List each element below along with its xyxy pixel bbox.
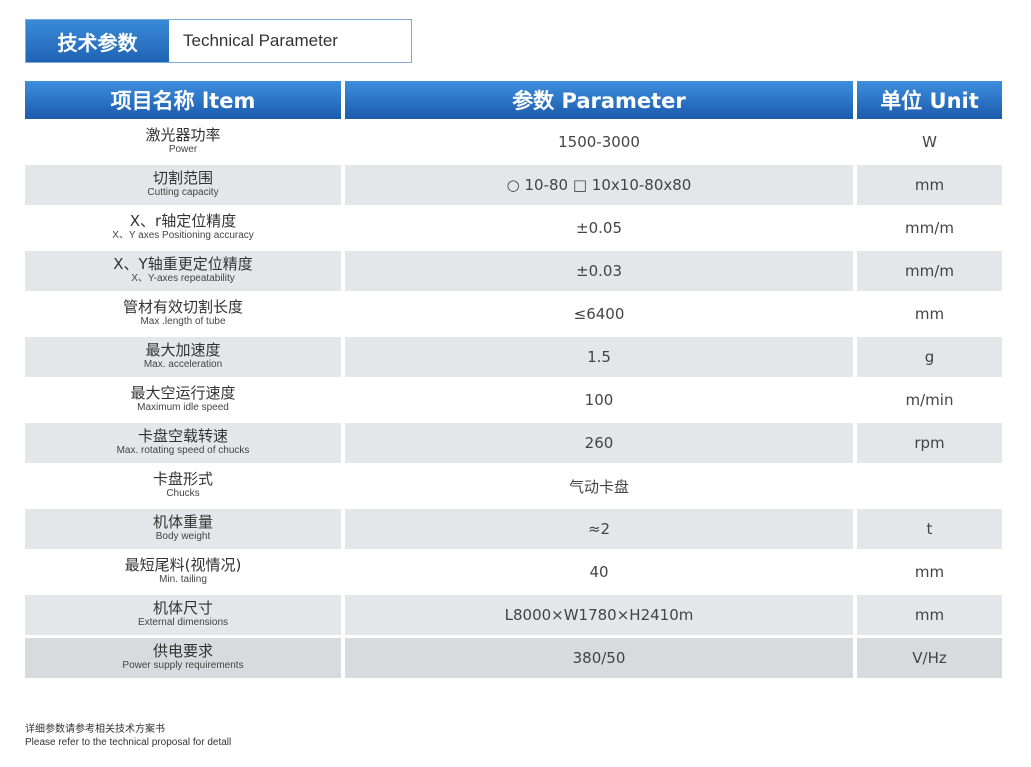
- footnote-en: Please refer to the technical proposal f…: [25, 736, 232, 748]
- item-name-cell: 机体重量 Body weight: [25, 509, 341, 549]
- table-row: 最短尾料(视情况) Min. tailing 40 mm: [25, 552, 1002, 592]
- header-unit: 单位 Unit: [857, 81, 1002, 119]
- table-row: 管材有效切割长度 Max .length of tube ≤6400 mm: [25, 294, 1002, 334]
- parameter-value: ≈2: [345, 509, 853, 549]
- table-row: 切割范围 Cutting capacity ○ 10-80 □ 10x10-80x8…: [25, 165, 1002, 205]
- item-name-cn: X、r轴定位精度: [129, 212, 237, 231]
- item-name-cell: X、r轴定位精度 X、Y axes Positioning accuracy: [25, 208, 341, 248]
- item-name-cn: 切割范围: [152, 169, 213, 188]
- parameter-value: 260: [345, 423, 853, 463]
- parameter-value: 气动卡盘: [568, 477, 629, 496]
- parameter-value: ±0.03: [345, 251, 853, 291]
- item-name-cn: 最短尾料(视情况): [124, 556, 242, 575]
- parameter-value: 40: [589, 563, 609, 581]
- item-name-en: Power: [168, 144, 198, 156]
- item-name-cell: 卡盘形式 Chucks: [25, 466, 341, 506]
- item-name-en: X、Y-axes repeatability: [131, 273, 235, 285]
- unit-value: W: [922, 133, 937, 151]
- spec-table: 项目名称 ltem 参数 Parameter 单位 Unit 激光器功率 Powe…: [25, 81, 1002, 681]
- item-name-cn: 供电要求: [152, 642, 213, 661]
- footnote: 详细参数请参考相关技术方案书 Please refer to the techn…: [25, 724, 231, 749]
- item-name-cn: X、Y轴重更定位精度: [113, 255, 253, 274]
- table-row: 供电要求 Power supply requirements 380/50 V/Hz: [25, 638, 1002, 678]
- item-name-en: Max. acceleration: [143, 359, 223, 371]
- item-name-cn: 激光器功率: [145, 126, 221, 145]
- item-name-en: Power supply requirements: [122, 660, 244, 672]
- section-title-en: Technical Parameter: [183, 31, 338, 50]
- footnote-cn: 详细参数请参考相关技术方案书: [25, 724, 165, 735]
- item-name-cell: 机体尺寸 External dimensions: [25, 595, 341, 635]
- item-name-en: External dimensions: [137, 617, 229, 629]
- table-row: 机体尺寸 External dimensions L8000×W1780×H2410…: [25, 595, 1002, 635]
- item-name-cn: 管材有效切割长度: [122, 298, 243, 317]
- item-name-cn: 卡盘形式: [152, 470, 213, 489]
- item-name-en: Cutting capacity: [147, 187, 219, 199]
- unit-value: g: [857, 337, 1002, 377]
- item-name-cn: 最大加速度: [145, 341, 221, 360]
- parameter-value: 100: [584, 391, 614, 409]
- item-name-cell: 切割范围 Cutting capacity: [25, 165, 341, 205]
- table-row: X、r轴定位精度 X、Y axes Positioning accuracy ±0.…: [25, 208, 1002, 248]
- item-name-cell: 管材有效切割长度 Max .length of tube: [25, 294, 341, 334]
- table-row: 卡盘形式 Chucks 气动卡盘: [25, 466, 1002, 506]
- unit-value: mm: [857, 595, 1002, 635]
- unit-value: [857, 466, 1002, 506]
- item-name-cn: 最大空运行速度: [130, 384, 236, 403]
- item-name-en: Body weight: [155, 531, 211, 543]
- parameter-value: 380/50: [345, 638, 853, 678]
- item-name-en: Maximum idle speed: [137, 402, 229, 414]
- unit-value: mm/m: [857, 251, 1002, 291]
- parameter-value: L8000×W1780×H2410m: [345, 595, 853, 635]
- item-name-cell: 供电要求 Power supply requirements: [25, 638, 341, 678]
- item-name-en: X、Y axes Positioning accuracy: [112, 230, 254, 242]
- item-name-cell: 最大加速度 Max. acceleration: [25, 337, 341, 377]
- unit-value: m/min: [905, 391, 954, 409]
- header-item: 项目名称 ltem: [25, 81, 341, 119]
- parameter-value: 1.5: [345, 337, 853, 377]
- parameter-value: ≤6400: [573, 305, 625, 323]
- item-name-cn: 机体尺寸: [152, 599, 213, 618]
- item-name-en: Max. rotating speed of chucks: [116, 445, 250, 457]
- section-title-cn: 技术参数: [26, 20, 169, 62]
- table-row: 最大加速度 Max. acceleration 1.5 g: [25, 337, 1002, 377]
- parameter-value: ○ 10-80 □ 10x10-80x80: [345, 165, 853, 205]
- table-row: 激光器功率 Power 1500-3000 W: [25, 122, 1002, 162]
- unit-value: rpm: [857, 423, 1002, 463]
- table-row: X、Y轴重更定位精度 X、Y-axes repeatability ±0.03 mm/…: [25, 251, 1002, 291]
- item-name-cn: 卡盘空载转速: [137, 427, 228, 446]
- table-header: 项目名称 ltem 参数 Parameter 单位 Unit: [25, 81, 1002, 119]
- header-parameter: 参数 Parameter: [345, 81, 853, 119]
- unit-value: mm/m: [905, 219, 954, 237]
- unit-value: mm: [914, 305, 945, 323]
- table-row: 最大空运行速度 Maximum idle speed 100 m/min: [25, 380, 1002, 420]
- unit-value: t: [857, 509, 1002, 549]
- item-name-en: Chucks: [166, 488, 200, 500]
- item-name-cell: 最短尾料(视情况) Min. tailing: [25, 552, 341, 592]
- item-name-cell: 最大空运行速度 Maximum idle speed: [25, 380, 341, 420]
- unit-value: V/Hz: [857, 638, 1002, 678]
- table-row: 机体重量 Body weight ≈2 t: [25, 509, 1002, 549]
- item-name-cell: 激光器功率 Power: [25, 122, 341, 162]
- unit-value: mm: [914, 563, 945, 581]
- unit-value: mm: [857, 165, 1002, 205]
- item-name-en: Max .length of tube: [140, 316, 226, 328]
- table-row: 卡盘空载转速 Max. rotating speed of chucks 260 rp…: [25, 423, 1002, 463]
- table-body: 激光器功率 Power 1500-3000 W 切割范围 Cutting capacity…: [25, 122, 1002, 678]
- parameter-value: ±0.05: [576, 219, 622, 237]
- section-title: 技术参数 Technical Parameter: [25, 19, 412, 63]
- item-name-cell: 卡盘空载转速 Max. rotating speed of chucks: [25, 423, 341, 463]
- item-name-cn: 机体重量: [152, 513, 213, 532]
- parameter-value: 1500-3000: [558, 133, 640, 151]
- item-name-en: Min. tailing: [159, 574, 207, 586]
- item-name-cell: X、Y轴重更定位精度 X、Y-axes repeatability: [25, 251, 341, 291]
